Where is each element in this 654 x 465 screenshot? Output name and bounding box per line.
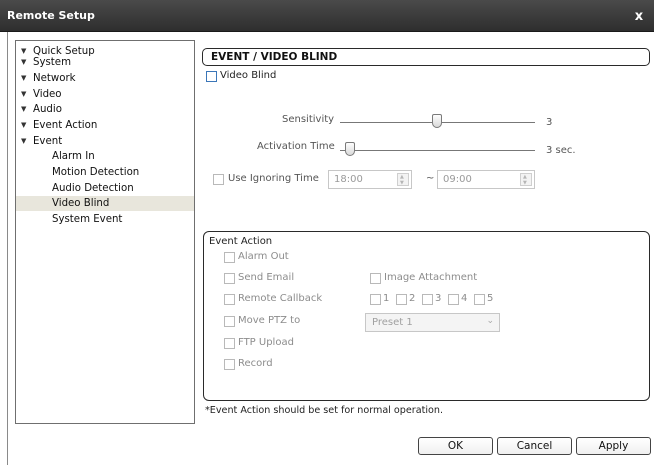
expand-arrow-icon: ▼ xyxy=(21,137,27,145)
tree-item-label: System xyxy=(33,57,71,68)
callback-1-checkbox[interactable] xyxy=(370,294,381,305)
image-attachment-label: Image Attachment xyxy=(384,272,478,283)
tree-item-video[interactable]: ▼ Video xyxy=(16,87,194,102)
close-icon[interactable]: x xyxy=(632,10,646,24)
callback-3-label: 3 xyxy=(435,293,442,304)
settings-tree: ▼ Quick Setup ▼ System ▼ Network ▼ Video… xyxy=(15,40,195,424)
cancel-button[interactable]: Cancel xyxy=(497,437,572,455)
callback-5-checkbox[interactable] xyxy=(474,294,485,305)
tree-item-system[interactable]: ▼ System xyxy=(16,55,194,70)
event-action-note: *Event Action should be set for normal o… xyxy=(205,405,444,416)
tree-item-label: Audio Detection xyxy=(52,183,134,194)
tree-item-label: Audio xyxy=(33,104,62,115)
ignoring-start-time-spinner[interactable]: 18:00 ▲ ▼ xyxy=(328,170,412,189)
spinner-arrows-icon[interactable]: ▲ ▼ xyxy=(520,173,532,186)
time-separator: ~ xyxy=(426,173,435,184)
sensitivity-value: 3 xyxy=(546,117,553,128)
apply-button[interactable]: Apply xyxy=(576,437,651,455)
remote-callback-checkbox[interactable] xyxy=(224,294,235,305)
image-attachment-checkbox[interactable] xyxy=(370,273,381,284)
expand-arrow-icon: ▼ xyxy=(21,90,27,98)
window-titlebar: Remote Setup x xyxy=(0,0,654,32)
tree-item-motion-detection[interactable]: Motion Detection xyxy=(16,165,194,180)
activation-time-value: 3 sec. xyxy=(546,145,576,156)
tree-item-system-event[interactable]: System Event xyxy=(16,212,194,227)
remote-callback-label: Remote Callback xyxy=(238,293,323,304)
callback-1-label: 1 xyxy=(383,293,390,304)
tree-item-label: Event xyxy=(33,136,63,147)
tree-item-label: System Event xyxy=(52,214,123,225)
panel-title: EVENT / VIDEO BLIND xyxy=(211,51,338,63)
video-blind-label: Video Blind xyxy=(220,70,277,81)
ignoring-time-label: Use Ignoring Time xyxy=(228,173,319,184)
alarm-out-checkbox[interactable] xyxy=(224,252,235,263)
callback-4-label: 4 xyxy=(461,293,468,304)
expand-arrow-icon: ▼ xyxy=(21,121,27,129)
event-action-title: Event Action xyxy=(209,236,273,247)
window-title: Remote Setup xyxy=(7,9,95,22)
tree-item-audio-detection[interactable]: Audio Detection xyxy=(16,181,194,196)
tree-item-video-blind[interactable]: Video Blind xyxy=(16,196,194,211)
tree-item-label: Event Action xyxy=(33,120,98,131)
expand-arrow-icon: ▼ xyxy=(21,105,27,113)
ignoring-start-time-value: 18:00 xyxy=(334,174,363,185)
tree-item-event-action[interactable]: ▼ Event Action xyxy=(16,118,194,133)
tree-item-label: Alarm In xyxy=(52,151,95,162)
record-checkbox[interactable] xyxy=(224,359,235,370)
ignoring-end-time-spinner[interactable]: 09:00 ▲ ▼ xyxy=(437,170,535,189)
alarm-out-label: Alarm Out xyxy=(238,251,289,262)
ignoring-end-time-value: 09:00 xyxy=(443,174,472,185)
sensitivity-slider-thumb[interactable] xyxy=(432,114,442,128)
ftp-upload-checkbox[interactable] xyxy=(224,338,235,349)
tree-item-label: Video Blind xyxy=(52,198,110,209)
spinner-arrows-icon[interactable]: ▲ ▼ xyxy=(397,173,409,186)
video-blind-checkbox[interactable] xyxy=(206,71,217,82)
send-email-checkbox[interactable] xyxy=(224,273,235,284)
callback-4-checkbox[interactable] xyxy=(448,294,459,305)
panel-header: EVENT / VIDEO BLIND xyxy=(202,48,650,66)
ftp-upload-label: FTP Upload xyxy=(238,337,294,348)
tree-item-label: Video xyxy=(33,89,62,100)
tree-item-label: Motion Detection xyxy=(52,167,140,178)
move-ptz-checkbox[interactable] xyxy=(224,316,235,327)
ignoring-time-checkbox[interactable] xyxy=(213,174,224,185)
callback-5-label: 5 xyxy=(487,293,494,304)
tree-item-event[interactable]: ▼ Event xyxy=(16,134,194,149)
tree-item-audio[interactable]: ▼ Audio xyxy=(16,102,194,117)
expand-arrow-icon: ▼ xyxy=(21,74,27,82)
ptz-preset-select[interactable]: Preset 1 ⌄ xyxy=(365,313,500,332)
tree-item-label: Network xyxy=(33,73,76,84)
send-email-label: Send Email xyxy=(238,272,295,283)
record-label: Record xyxy=(238,358,273,369)
callback-2-checkbox[interactable] xyxy=(396,294,407,305)
sensitivity-label: Sensitivity xyxy=(282,114,335,125)
ok-button[interactable]: OK xyxy=(418,437,493,455)
tree-item-network[interactable]: ▼ Network xyxy=(16,71,194,86)
ptz-preset-value: Preset 1 xyxy=(372,317,413,328)
activation-time-label: Activation Time xyxy=(257,141,335,152)
activation-time-slider-track[interactable] xyxy=(340,150,535,151)
activation-time-slider-thumb[interactable] xyxy=(345,142,355,156)
expand-arrow-icon: ▼ xyxy=(21,58,27,66)
callback-2-label: 2 xyxy=(409,293,416,304)
callback-3-checkbox[interactable] xyxy=(422,294,433,305)
tree-item-alarm-in[interactable]: Alarm In xyxy=(16,149,194,164)
move-ptz-label: Move PTZ to xyxy=(238,315,301,326)
chevron-down-icon: ⌄ xyxy=(486,316,494,326)
